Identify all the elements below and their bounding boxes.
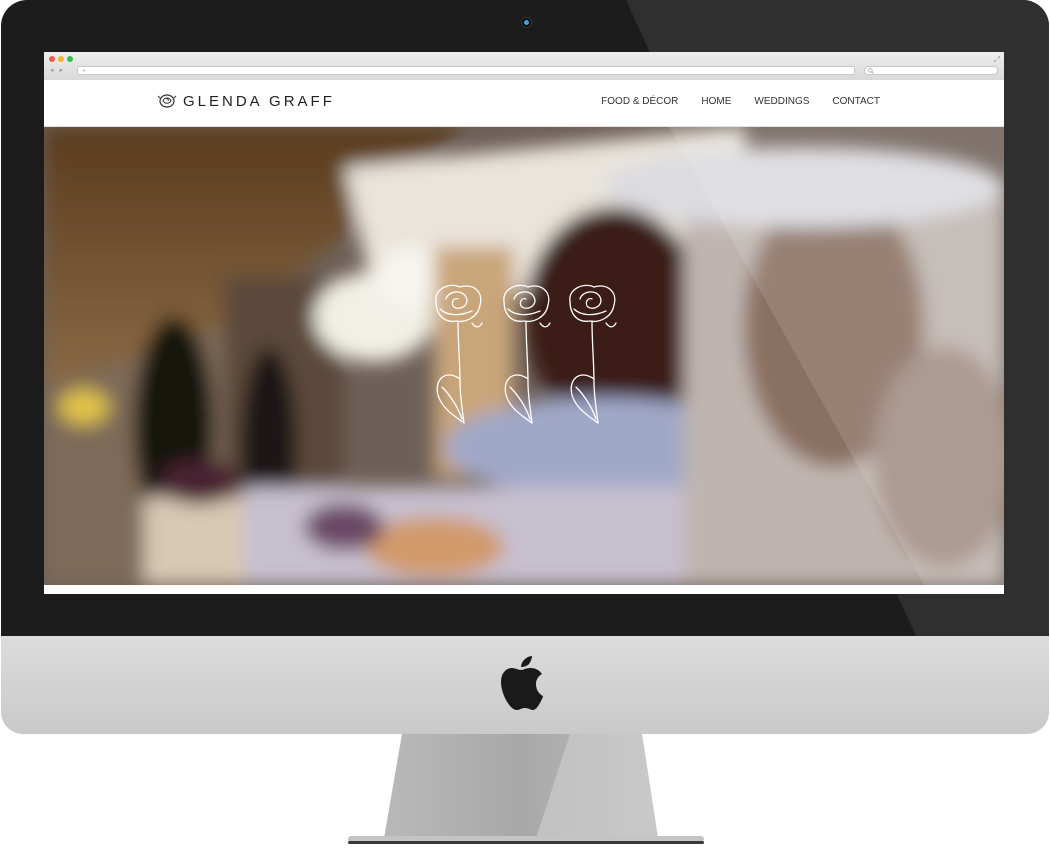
browser-search-field[interactable] — [864, 66, 998, 75]
main-nav: FOOD & DÉCOR HOME WEDDINGS CONTACT — [578, 96, 880, 107]
site-header: GLENDA GRAFF FOOD & DÉCOR HOME WEDDINGS … — [44, 80, 1004, 127]
three-roses-illustration — [435, 284, 617, 424]
browser-window: ◂ ▸ + ⤢ GLENDA GRAFF FOOD & DÉCOR HOME W… — [44, 52, 1004, 594]
address-bar[interactable]: + — [77, 66, 855, 75]
nav-home[interactable]: HOME — [701, 96, 731, 107]
close-window-button[interactable] — [49, 56, 55, 62]
search-icon — [868, 68, 874, 74]
apple-logo-icon — [501, 656, 543, 710]
webcam-icon — [521, 17, 532, 28]
back-forward-buttons[interactable]: ◂ ▸ — [50, 66, 65, 74]
minimize-window-button[interactable] — [58, 56, 64, 62]
nav-food-decor[interactable]: FOOD & DÉCOR — [601, 96, 678, 107]
hero-banner — [44, 127, 1004, 585]
browser-toolbar: ◂ ▸ + ⤢ — [44, 52, 1004, 81]
fullscreen-icon[interactable]: ⤢ — [994, 55, 1000, 65]
new-tab-plus-icon: + — [82, 68, 87, 75]
site-title: GLENDA GRAFF — [183, 92, 335, 110]
nav-contact[interactable]: CONTACT — [832, 96, 880, 107]
site-logo[interactable]: GLENDA GRAFF — [157, 92, 335, 110]
rose-icon — [157, 94, 177, 108]
zoom-window-button[interactable] — [67, 56, 73, 62]
page-footer-strip — [44, 585, 1004, 594]
monitor-stand — [348, 734, 704, 844]
nav-weddings[interactable]: WEDDINGS — [754, 96, 809, 107]
